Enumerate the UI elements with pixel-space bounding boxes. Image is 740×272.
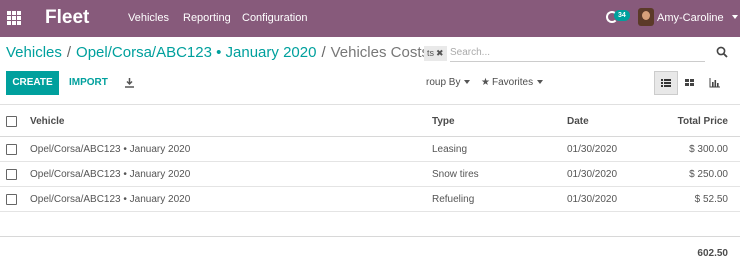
table-header-row: Vehicle Type Date Total Price bbox=[0, 104, 740, 137]
cell-total-price: $ 300.00 bbox=[689, 144, 728, 155]
nav-menu-configuration[interactable]: Configuration bbox=[242, 12, 307, 24]
create-button[interactable]: CREATE bbox=[6, 71, 59, 95]
breadcrumb-vehicles[interactable]: Vehicles bbox=[6, 44, 62, 61]
table-row[interactable]: Opel/Corsa/ABC123 • January 2020 Refueli… bbox=[0, 187, 740, 212]
user-menu-caret-icon[interactable] bbox=[732, 15, 738, 19]
cell-date: 01/30/2020 bbox=[567, 144, 618, 155]
top-navbar: Fleet Vehicles Reporting Configuration 3… bbox=[0, 0, 740, 37]
activity-count-badge: 34 bbox=[614, 10, 630, 21]
cell-date: 01/30/2020 bbox=[567, 194, 618, 205]
column-header-type[interactable]: Type bbox=[432, 105, 455, 138]
cell-vehicle: Opel/Corsa/ABC123 • January 2020 bbox=[30, 169, 191, 180]
chevron-down-icon bbox=[537, 80, 544, 85]
cell-type: Snow tires bbox=[432, 169, 479, 180]
user-avatar[interactable] bbox=[638, 8, 654, 26]
total-price-sum: 602.50 bbox=[697, 248, 728, 259]
table-footer-row: 602.50 bbox=[0, 236, 740, 272]
column-header-date[interactable]: Date bbox=[567, 105, 589, 138]
table-row[interactable]: Opel/Corsa/ABC123 • January 2020 Snow ti… bbox=[0, 162, 740, 187]
chevron-down-icon bbox=[464, 80, 471, 85]
cell-vehicle: Opel/Corsa/ABC123 • January 2020 bbox=[30, 194, 191, 205]
cell-type: Refueling bbox=[432, 194, 475, 205]
kanban-view-icon bbox=[685, 79, 694, 86]
app-brand[interactable]: Fleet bbox=[45, 7, 89, 29]
list-view-button[interactable] bbox=[654, 71, 678, 95]
download-icon[interactable] bbox=[124, 77, 135, 88]
breadcrumb: Vehicles / Opel/Corsa/ABC123 • January 202… bbox=[6, 44, 429, 61]
cell-total-price: $ 250.00 bbox=[689, 169, 728, 180]
column-header-vehicle[interactable]: Vehicle bbox=[30, 105, 64, 138]
cell-total-price: $ 52.50 bbox=[694, 194, 728, 205]
apps-menu-icon[interactable] bbox=[7, 11, 21, 25]
cell-vehicle: Opel/Corsa/ABC123 • January 2020 bbox=[30, 144, 191, 155]
kanban-view-button[interactable] bbox=[678, 71, 702, 95]
select-all-checkbox[interactable] bbox=[6, 116, 17, 127]
search-facet-label: ts bbox=[427, 48, 435, 58]
nav-menu-vehicles[interactable]: Vehicles bbox=[128, 12, 169, 24]
table-row[interactable]: Opel/Corsa/ABC123 • January 2020 Leasing… bbox=[0, 137, 740, 162]
list-view-icon bbox=[661, 79, 671, 87]
user-menu[interactable]: Amy-Caroline bbox=[657, 12, 724, 24]
star-icon: ★ bbox=[481, 77, 490, 88]
import-button[interactable]: IMPORT bbox=[69, 77, 108, 88]
group-by-dropdown[interactable]: roup By bbox=[426, 77, 471, 88]
bar-chart-icon bbox=[709, 78, 720, 88]
search-icon[interactable] bbox=[716, 46, 728, 58]
nav-menu-reporting[interactable]: Reporting bbox=[183, 12, 231, 24]
graph-view-button[interactable] bbox=[703, 71, 727, 95]
search-input[interactable] bbox=[450, 44, 705, 62]
cell-date: 01/30/2020 bbox=[567, 169, 618, 180]
search-facet: ts ✖ bbox=[424, 46, 447, 61]
row-checkbox[interactable] bbox=[6, 169, 17, 180]
breadcrumb-separator: / bbox=[321, 44, 326, 61]
favorites-label: Favorites bbox=[491, 77, 534, 88]
cell-type: Leasing bbox=[432, 144, 468, 155]
breadcrumb-current: Vehicles Costs bbox=[330, 44, 429, 61]
row-checkbox[interactable] bbox=[6, 194, 17, 205]
column-header-total-price[interactable]: Total Price bbox=[640, 105, 728, 138]
group-by-label: roup By bbox=[426, 77, 461, 88]
row-checkbox[interactable] bbox=[6, 144, 17, 155]
favorites-dropdown[interactable]: ★ Favorites bbox=[481, 77, 544, 88]
breadcrumb-separator: / bbox=[66, 44, 72, 61]
breadcrumb-vehicle-record[interactable]: Opel/Corsa/ABC123 • January 2020 bbox=[76, 44, 316, 61]
remove-facet-icon[interactable]: ✖ bbox=[436, 48, 444, 58]
